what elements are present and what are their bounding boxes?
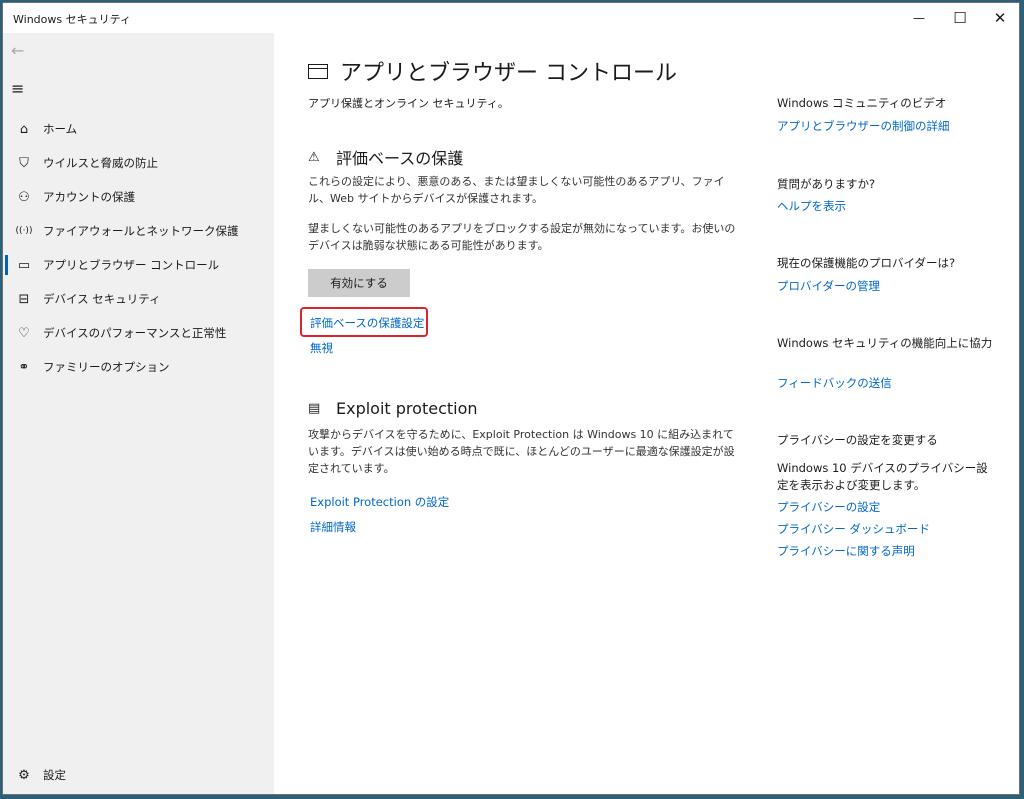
sidebar-item-label: アカウントの保護: [43, 190, 135, 204]
privacy-description: Windows 10 デバイスのプライバシー設定を表示および変更します。: [777, 461, 988, 492]
page-title-text: アプリとブラウザー コントロール: [340, 61, 677, 86]
hamburger-menu-icon[interactable]: ≡: [11, 79, 24, 98]
app-window: Windows セキュリティ — ☐ ✕ ← ≡ ⌂ ホーム ⛉ ウイルスと脅威…: [2, 2, 1020, 795]
sidebar-item-label: デバイス セキュリティ: [43, 292, 161, 306]
close-button[interactable]: ✕: [980, 3, 1019, 33]
exploit-section-heading: ▤ Exploit protection: [308, 399, 478, 418]
title-bar: Windows セキュリティ — ☐ ✕: [3, 3, 1019, 33]
exploit-protection-icon: ▤: [308, 401, 321, 416]
home-icon: ⌂: [19, 121, 29, 137]
reputation-description: これらの設定により、悪意のある、または望ましくない可能性のあるアプリ、ファイル、…: [308, 175, 725, 205]
minimize-icon: —: [913, 11, 925, 25]
send-feedback-link[interactable]: フィードバックの送信: [777, 375, 892, 391]
reputation-settings-link[interactable]: 評価ベースの保護設定: [310, 315, 424, 331]
app-browser-details-link[interactable]: アプリとブラウザーの制御の詳細: [777, 118, 950, 134]
main-content: アプリとブラウザー コントロール アプリ保護とオンライン セキュリティ。 ⚠ 評…: [274, 33, 1019, 794]
sidebar-item-device-security[interactable]: ⊟ デバイス セキュリティ: [3, 283, 274, 315]
ignore-link[interactable]: 無視: [310, 340, 333, 356]
privacy-settings-link[interactable]: プライバシーの設定: [777, 499, 880, 515]
sidebar-item-label: ウイルスと脅威の防止: [43, 156, 158, 170]
page-subtitle: アプリ保護とオンライン セキュリティ。: [308, 97, 509, 110]
sidebar-item-label: デバイスのパフォーマンスと正常性: [43, 326, 227, 340]
reputation-warning-text: 望ましくない可能性のあるアプリをブロックする設定が無効になっています。お使いのデ…: [308, 222, 736, 252]
sidebar-item-label: 設定: [43, 768, 66, 782]
family-icon: ⚭: [18, 359, 30, 375]
heart-icon: ♡: [18, 325, 30, 341]
exploit-settings-link[interactable]: Exploit Protection の設定: [310, 494, 449, 510]
privacy-statement-link[interactable]: プライバシーに関する声明: [777, 543, 915, 559]
sidebar-item-firewall[interactable]: ((·)) ファイアウォールとネットワーク保護: [3, 215, 274, 247]
provider-heading: 現在の保護機能のプロバイダーは?: [777, 256, 956, 270]
sidebar-item-device-performance[interactable]: ♡ デバイスのパフォーマンスと正常性: [3, 317, 274, 349]
community-videos-heading: Windows コミュニティのビデオ: [777, 96, 947, 110]
shield-icon: ⛉: [19, 155, 29, 171]
manage-providers-link[interactable]: プロバイダーの管理: [777, 278, 880, 294]
app-browser-icon: ▭: [17, 257, 31, 273]
sidebar-item-label: アプリとブラウザー コントロール: [43, 258, 220, 272]
laptop-icon: ⊟: [18, 291, 30, 307]
get-help-link[interactable]: ヘルプを表示: [777, 198, 846, 214]
person-icon: ⚇: [18, 189, 30, 205]
gear-icon: ⚙: [18, 767, 30, 783]
exploit-description: 攻撃からデバイスを守るために、Exploit Protection は Wind…: [308, 428, 735, 475]
exploit-heading-text: Exploit protection: [336, 399, 478, 418]
sidebar: ← ≡ ⌂ ホーム ⛉ ウイルスと脅威の防止 ⚇ アカウントの保護 ((·)) …: [3, 33, 274, 794]
reputation-section-heading: ⚠ 評価ベースの保護: [308, 145, 463, 169]
close-icon: ✕: [993, 9, 1007, 27]
page-title: アプリとブラウザー コントロール: [308, 55, 677, 87]
sidebar-item-label: ホーム: [43, 122, 78, 136]
wifi-icon: ((·)): [15, 226, 33, 236]
privacy-dashboard-link[interactable]: プライバシー ダッシュボード: [777, 521, 930, 537]
sidebar-item-label: ファミリーのオプション: [43, 360, 170, 374]
app-browser-icon: [308, 63, 328, 79]
sidebar-item-home[interactable]: ⌂ ホーム: [3, 113, 274, 145]
minimize-button[interactable]: —: [899, 3, 939, 33]
improve-heading: Windows セキュリティの機能向上に協力: [777, 336, 993, 350]
privacy-heading: プライバシーの設定を変更する: [777, 433, 938, 447]
maximize-button[interactable]: ☐: [940, 3, 980, 33]
sidebar-item-app-browser-control[interactable]: ▭ アプリとブラウザー コントロール: [3, 249, 274, 281]
sidebar-item-label: ファイアウォールとネットワーク保護: [43, 224, 239, 238]
enable-button[interactable]: 有効にする: [308, 269, 410, 297]
reputation-heading-text: 評価ベースの保護: [336, 149, 464, 168]
window-title: Windows セキュリティ: [13, 13, 131, 26]
back-arrow-icon[interactable]: ←: [11, 41, 24, 60]
warning-icon: ⚠: [308, 149, 320, 165]
sidebar-item-virus-protection[interactable]: ⛉ ウイルスと脅威の防止: [3, 147, 274, 179]
questions-heading: 質問がありますか?: [777, 177, 876, 191]
maximize-icon: ☐: [953, 9, 967, 27]
sidebar-item-settings[interactable]: ⚙ 設定: [3, 759, 274, 791]
sidebar-item-family-options[interactable]: ⚭ ファミリーのオプション: [3, 351, 274, 383]
more-info-link[interactable]: 詳細情報: [310, 519, 356, 535]
sidebar-item-account-protection[interactable]: ⚇ アカウントの保護: [3, 181, 274, 213]
